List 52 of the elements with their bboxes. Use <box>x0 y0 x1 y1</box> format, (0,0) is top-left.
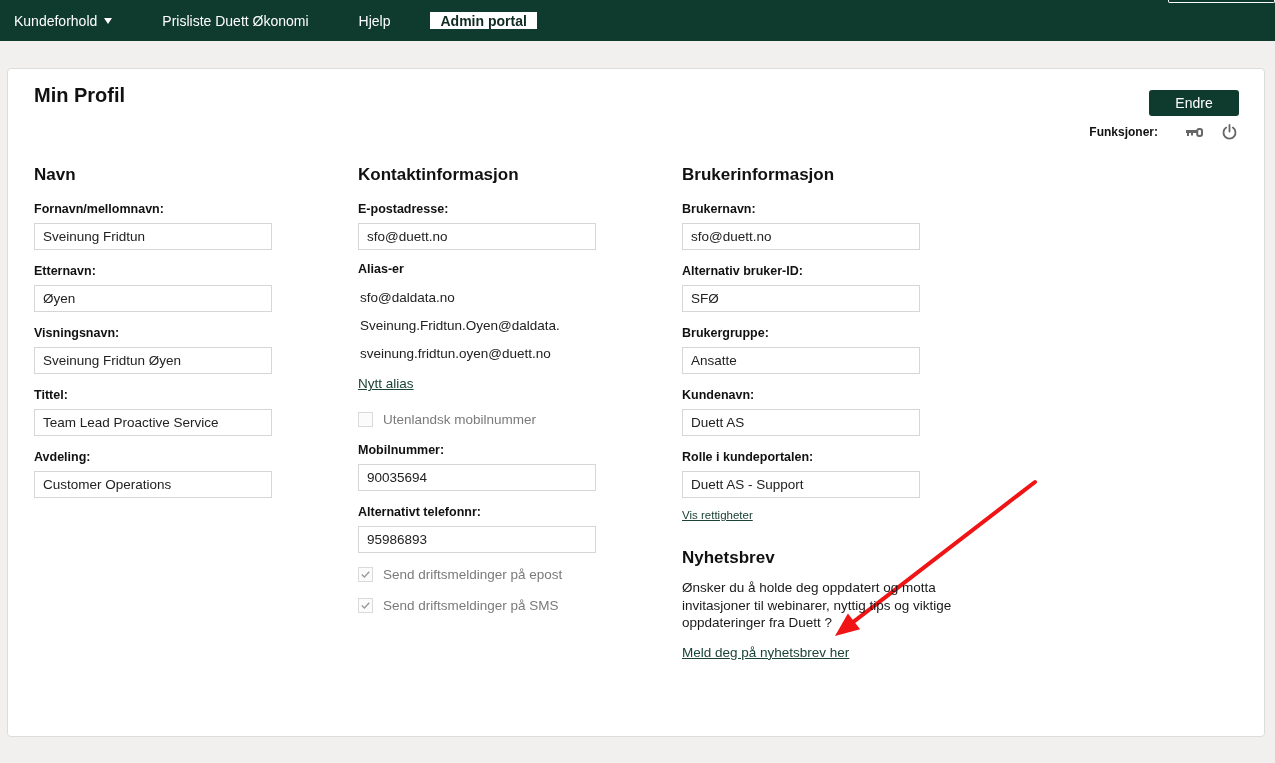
text-link[interactable]: Nytt alias <box>358 375 414 392</box>
input-field[interactable] <box>1168 0 1275 3</box>
field-label: Avdeling: <box>34 450 92 465</box>
input-field[interactable]: Team Lead Proactive Service <box>34 409 272 436</box>
field-label: Visningsnavn: <box>34 326 121 341</box>
input-field[interactable]: 95986893 <box>358 526 596 553</box>
nav-tab[interactable]: Hjelp <box>348 12 401 29</box>
text-link[interactable]: Vis rettigheter <box>682 508 753 522</box>
nav-tab[interactable]: Kundeforhold <box>4 12 123 29</box>
field-label: Etternavn: <box>34 264 97 279</box>
input-field[interactable]: Sveinung Fridtun Øyen <box>34 347 272 374</box>
field-label: Rolle i kundeportalen: <box>682 450 815 465</box>
input-field[interactable]: Customer Operations <box>34 471 272 498</box>
checkbox-label: Send driftsmeldinger på SMS <box>383 597 559 613</box>
field-label: Kundenavn: <box>682 388 756 403</box>
input-field[interactable]: Ansatte <box>682 347 920 374</box>
field-label: Mobilnummer: <box>358 443 446 458</box>
field-label: Tittel: <box>34 388 69 403</box>
nav-tab[interactable]: Prisliste Duett Økonomi <box>152 12 319 29</box>
key-icon[interactable] <box>1186 127 1203 137</box>
input-field[interactable]: Duett AS <box>682 409 920 436</box>
nav-tab[interactable]: Admin portal <box>430 12 537 29</box>
field-label: E-postadresse: <box>358 202 450 217</box>
section-heading: Kontaktinformasjon <box>358 165 519 185</box>
section-heading: Brukerinformasjon <box>682 165 835 185</box>
alias-entry: sveinung.fridtun.oyen@duett.no <box>359 344 552 363</box>
field-label: Fornavn/mellomnavn: <box>34 202 165 217</box>
field-label: Alternativt telefonnr: <box>358 505 482 520</box>
functions-label: Funksjoner: <box>1089 125 1158 139</box>
input-field[interactable]: Øyen <box>34 285 272 312</box>
field-label: Brukernavn: <box>682 202 757 217</box>
checkbox-label: Send driftsmeldinger på epost <box>383 566 563 582</box>
field-label: Brukergruppe: <box>682 326 770 341</box>
input-field[interactable]: sfo@duett.no <box>682 223 920 250</box>
field-label: Alternativ bruker-ID: <box>682 264 804 279</box>
input-field[interactable]: Duett AS - Support <box>682 471 920 498</box>
alias-entry: sfo@daldata.no <box>359 288 456 307</box>
alias-entry: Sveinung.Fridtun.Oyen@daldata. <box>359 316 560 335</box>
input-field[interactable]: Sveinung Fridtun <box>34 223 272 250</box>
check-icon <box>361 570 370 578</box>
text-link[interactable]: Meld deg på nyhetsbrev her <box>682 643 850 661</box>
power-icon[interactable] <box>1222 124 1237 140</box>
input-field[interactable]: sfo@duett.no <box>358 223 596 250</box>
field-label: Alias-er <box>358 262 405 277</box>
check-icon <box>361 601 370 609</box>
checkbox-label: Utenlandsk mobilnummer <box>383 411 537 427</box>
edit-button[interactable]: Endre <box>1149 90 1239 116</box>
input-field[interactable]: 90035694 <box>358 464 596 491</box>
section-heading: Navn <box>34 165 76 185</box>
section-heading: Nyhetsbrev <box>682 548 775 568</box>
input-field[interactable]: SFØ <box>682 285 920 312</box>
page-title: Min Profil <box>34 83 126 107</box>
